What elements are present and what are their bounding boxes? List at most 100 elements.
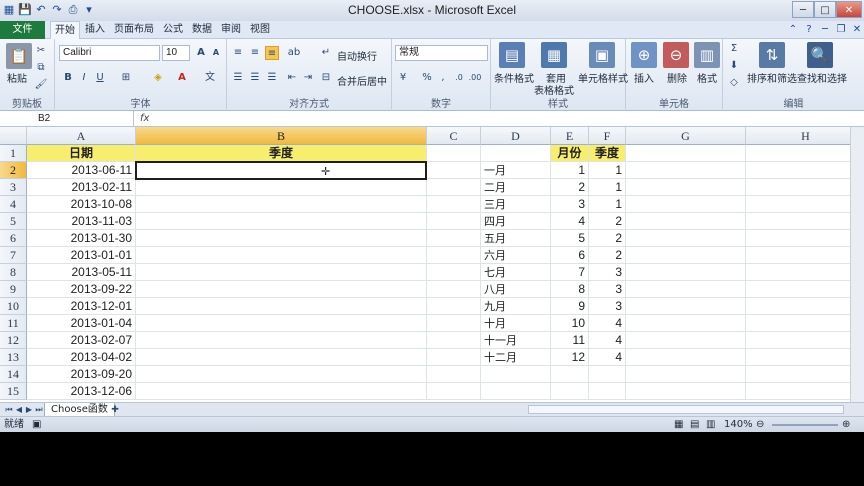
cell-h14[interactable] [746,366,850,383]
cell-e12[interactable]: 11 [551,332,589,349]
cell-h2[interactable] [746,162,850,179]
cell-f3[interactable]: 1 [589,179,626,196]
cell-c14[interactable] [427,366,481,383]
row-header-13[interactable]: 13 [0,349,27,366]
column-header-d[interactable]: D [481,127,551,145]
cell-a9[interactable]: 2013-09-22 [27,281,136,298]
cell-b7[interactable] [136,247,427,264]
cell-e7[interactable]: 6 [551,247,589,264]
cell-a12[interactable]: 2013-02-07 [27,332,136,349]
copy-icon[interactable]: ⧉ [34,61,48,75]
align-bottom-icon[interactable]: ≡ [265,46,279,60]
cell-d7[interactable]: 六月 [481,247,551,264]
cell-d2[interactable]: 一月 [481,162,551,179]
close-button[interactable]: ✕ [836,1,862,18]
tab-page-layout[interactable]: 页面布局 [111,21,157,39]
wrap-text-button[interactable]: 自动换行 [337,48,377,63]
cell-e2[interactable]: 1 [551,162,589,179]
cell-e9[interactable]: 8 [551,281,589,298]
increase-indent-icon[interactable]: ⇥ [301,71,315,85]
cell-f5[interactable]: 2 [589,213,626,230]
orientation-icon[interactable]: ab [287,46,301,60]
cell-h13[interactable] [746,349,850,366]
cell-d8[interactable]: 七月 [481,264,551,281]
column-header-e[interactable]: E [551,127,589,145]
window-restore-icon[interactable]: ❐ [834,23,848,37]
cell-c4[interactable] [427,196,481,213]
cut-icon[interactable]: ✂ [34,44,48,58]
row-header-6[interactable]: 6 [0,230,27,247]
merge-center-button[interactable]: 合并后居中 [337,73,387,88]
cell-g10[interactable] [626,298,746,315]
page-layout-view-icon[interactable]: ▤ [690,418,699,432]
decrease-font-icon[interactable]: A [209,46,223,60]
column-header-h[interactable]: H [746,127,850,145]
conditional-format-button[interactable]: 条件格式 [494,70,534,85]
cell-b4[interactable] [136,196,427,213]
italic-icon[interactable]: I [77,71,91,85]
cell-h5[interactable] [746,213,850,230]
cell-b5[interactable] [136,213,427,230]
conditional-format-icon[interactable]: ▤ [499,42,525,68]
cell-f12[interactable]: 4 [589,332,626,349]
column-header-f[interactable]: F [589,127,626,145]
font-name-select[interactable]: Calibri [59,45,160,61]
cell-e14[interactable] [551,366,589,383]
cell-g12[interactable] [626,332,746,349]
cell-b3[interactable] [136,179,427,196]
cell-c3[interactable] [427,179,481,196]
cell-c12[interactable] [427,332,481,349]
underline-icon[interactable]: U [93,71,107,85]
column-header-c[interactable]: C [427,127,481,145]
normal-view-icon[interactable]: ▦ [674,418,683,432]
cell-a7[interactable]: 2013-01-01 [27,247,136,264]
row-header-5[interactable]: 5 [0,213,27,230]
cell-b6[interactable] [136,230,427,247]
spreadsheet-grid[interactable]: A B C D E F G H 1 日期 季度 月份 季度 2 2013-06-11 一月 1 1 3 2013-02… [0,127,850,402]
cell-a13[interactable]: 2013-04-02 [27,349,136,366]
cell-c2[interactable] [427,162,481,179]
cell-a5[interactable]: 2013-11-03 [27,213,136,230]
delete-cells-icon[interactable]: ⊖ [663,42,689,68]
cell-styles-button[interactable]: 单元格样式 [578,70,628,85]
cell-b13[interactable] [136,349,427,366]
cell-f10[interactable]: 3 [589,298,626,315]
select-all-corner[interactable] [0,127,27,145]
format-painter-icon[interactable]: 🖌 [34,78,48,92]
format-cells-icon[interactable]: ▥ [694,42,720,68]
sort-filter-button[interactable]: 排序和筛选 [747,70,797,85]
delete-cells-button[interactable]: 删除 [667,70,687,85]
cell-g3[interactable] [626,179,746,196]
cell-e1[interactable]: 月份 [551,145,589,162]
row-header-3[interactable]: 3 [0,179,27,196]
cell-f1[interactable]: 季度 [589,145,626,162]
tab-home[interactable]: 开始 [50,21,80,40]
cell-g11[interactable] [626,315,746,332]
cell-f9[interactable]: 3 [589,281,626,298]
column-header-a[interactable]: A [27,127,136,145]
row-header-14[interactable]: 14 [0,366,27,383]
increase-font-icon[interactable]: A [194,46,208,60]
cell-e13[interactable]: 12 [551,349,589,366]
help-icon[interactable]: ? [802,23,816,37]
align-right-icon[interactable]: ☰ [265,71,279,85]
cell-h7[interactable] [746,247,850,264]
cell-c1[interactable] [427,145,481,162]
cell-e3[interactable]: 2 [551,179,589,196]
row-header-11[interactable]: 11 [0,315,27,332]
cell-a3[interactable]: 2013-02-11 [27,179,136,196]
cell-d11[interactable]: 十月 [481,315,551,332]
cell-d6[interactable]: 五月 [481,230,551,247]
cell-d12[interactable]: 十一月 [481,332,551,349]
cell-a11[interactable]: 2013-01-04 [27,315,136,332]
tab-formulas[interactable]: 公式 [160,21,186,39]
cell-b9[interactable] [136,281,427,298]
number-format-select[interactable]: 常规 [395,45,488,61]
cell-h10[interactable] [746,298,850,315]
cell-b8[interactable] [136,264,427,281]
cell-b2[interactable] [136,162,427,179]
cell-g7[interactable] [626,247,746,264]
minimize-button[interactable]: ─ [792,1,814,18]
cell-e10[interactable]: 9 [551,298,589,315]
cell-b14[interactable] [136,366,427,383]
